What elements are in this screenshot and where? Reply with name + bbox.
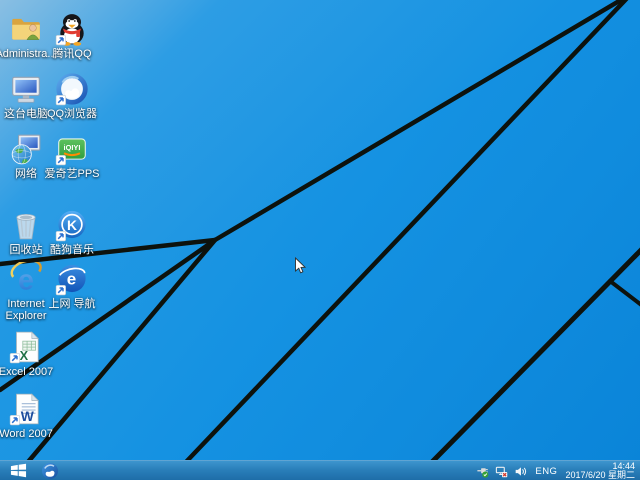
icon-label: 酷狗音乐 bbox=[50, 244, 94, 256]
safely-remove-hardware-icon[interactable] bbox=[476, 465, 489, 478]
qq-penguin-icon bbox=[55, 12, 89, 46]
desktop-icon-web-navigation[interactable]: e 上网 导航 bbox=[46, 262, 98, 310]
icon-label: Internet Explorer bbox=[6, 298, 47, 322]
svg-text:W: W bbox=[21, 408, 35, 424]
desktop-icon-word-2007[interactable]: W Word 2007 bbox=[0, 392, 52, 440]
windows-desktop: Administra... 这台电脑 bbox=[0, 0, 640, 480]
qq-browser-icon bbox=[55, 72, 89, 106]
kugou-icon: K bbox=[55, 208, 89, 242]
windows-logo-icon bbox=[10, 463, 27, 478]
svg-text:X: X bbox=[20, 348, 29, 363]
network-globe-icon bbox=[9, 132, 43, 166]
desktop-icon-tencent-qq[interactable]: 腾讯QQ bbox=[46, 12, 98, 60]
network-disconnected-icon[interactable] bbox=[495, 465, 508, 478]
user-folder-icon bbox=[9, 12, 43, 46]
icon-label: 爱奇艺PPS bbox=[45, 168, 100, 180]
icon-label: Word 2007 bbox=[0, 428, 53, 440]
iqiyi-icon: iQIYI bbox=[55, 132, 89, 166]
recycle-bin-icon bbox=[9, 208, 43, 242]
icon-label: QQ浏览器 bbox=[47, 108, 97, 120]
taskbar-clock[interactable]: 14:44 2017/6/20 星期二 bbox=[565, 462, 637, 480]
desktop-icon-iqiyi-pps[interactable]: iQIYI 爱奇艺PPS bbox=[46, 132, 98, 180]
svg-text:e: e bbox=[67, 269, 76, 288]
icon-label: 回收站 bbox=[10, 244, 43, 256]
desktop-icon-qq-browser[interactable]: QQ浏览器 bbox=[46, 72, 98, 120]
language-indicator[interactable]: ENG bbox=[533, 466, 559, 477]
desktop-icon-kugou-music[interactable]: K 酷狗音乐 bbox=[46, 208, 98, 256]
excel-icon: X bbox=[9, 330, 43, 364]
icon-label: 这台电脑 bbox=[4, 108, 48, 120]
desktop-icon-internet-explorer[interactable]: e Internet Explorer bbox=[0, 262, 52, 322]
desktop-icon-administrator[interactable]: Administra... bbox=[0, 12, 52, 60]
mouse-cursor bbox=[294, 257, 306, 275]
clock-date: 2017/6/20 星期二 bbox=[565, 471, 635, 480]
start-button[interactable] bbox=[0, 461, 36, 480]
svg-text:iQIYI: iQIYI bbox=[64, 143, 81, 152]
taskbar-qq-browser-button[interactable] bbox=[36, 461, 64, 480]
computer-icon bbox=[9, 72, 43, 106]
desktop-icon-excel-2007[interactable]: X Excel 2007 bbox=[0, 330, 52, 378]
icon-label: 上网 导航 bbox=[48, 298, 95, 310]
ie-icon: e bbox=[9, 262, 43, 296]
icon-label: Excel 2007 bbox=[0, 366, 53, 378]
system-tray: ENG 14:44 2017/6/20 星期二 bbox=[476, 461, 637, 480]
svg-text:e: e bbox=[18, 265, 34, 296]
volume-icon[interactable] bbox=[514, 465, 527, 478]
desktop-icon-this-pc[interactable]: 这台电脑 bbox=[0, 72, 52, 120]
qq-browser-icon bbox=[41, 462, 59, 480]
svg-text:K: K bbox=[67, 217, 77, 233]
word-icon: W bbox=[9, 392, 43, 426]
icon-label: 网络 bbox=[15, 168, 37, 180]
icon-label: 腾讯QQ bbox=[52, 48, 91, 60]
desktop-icon-recycle-bin[interactable]: 回收站 bbox=[0, 208, 52, 256]
taskbar: ENG 14:44 2017/6/20 星期二 bbox=[0, 460, 640, 480]
navigator-e-icon: e bbox=[55, 262, 89, 296]
